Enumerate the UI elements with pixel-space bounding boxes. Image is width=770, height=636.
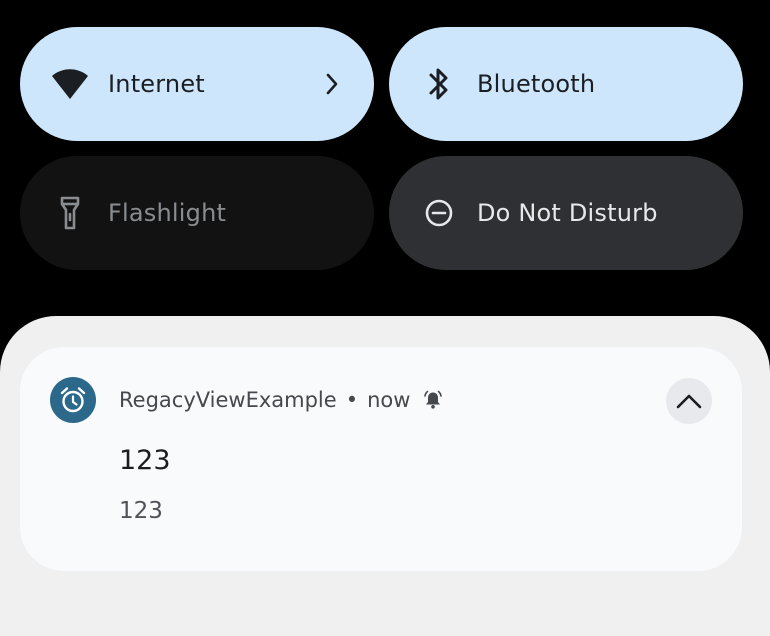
- collapse-button[interactable]: [666, 378, 712, 424]
- notification-title: 123: [119, 445, 171, 476]
- notification-header: RegacyViewExample • now: [119, 385, 444, 415]
- bluetooth-icon: [419, 64, 459, 104]
- tile-internet[interactable]: Internet: [20, 27, 374, 141]
- wifi-icon: [50, 64, 90, 104]
- tile-internet-label: Internet: [108, 70, 205, 98]
- tile-do-not-disturb[interactable]: Do Not Disturb: [389, 156, 743, 270]
- alarm-clock-icon: [50, 377, 96, 423]
- tile-do-not-disturb-label: Do Not Disturb: [477, 199, 658, 227]
- do-not-disturb-icon: [419, 193, 459, 233]
- tile-flashlight[interactable]: Flashlight: [20, 156, 374, 270]
- notification-card[interactable]: RegacyViewExample • now 123 123: [20, 347, 742, 571]
- app-name: RegacyViewExample: [119, 388, 337, 412]
- tile-flashlight-label: Flashlight: [108, 199, 227, 227]
- bell-icon: [422, 389, 444, 411]
- tile-bluetooth-label: Bluetooth: [477, 70, 596, 98]
- notification-text: 123: [119, 498, 163, 524]
- flashlight-icon: [50, 193, 90, 233]
- chevron-right-icon[interactable]: [320, 72, 344, 96]
- chevron-up-icon: [676, 393, 702, 409]
- header-separator: •: [345, 388, 359, 412]
- tile-bluetooth[interactable]: Bluetooth: [389, 27, 743, 141]
- notification-time: now: [367, 388, 411, 412]
